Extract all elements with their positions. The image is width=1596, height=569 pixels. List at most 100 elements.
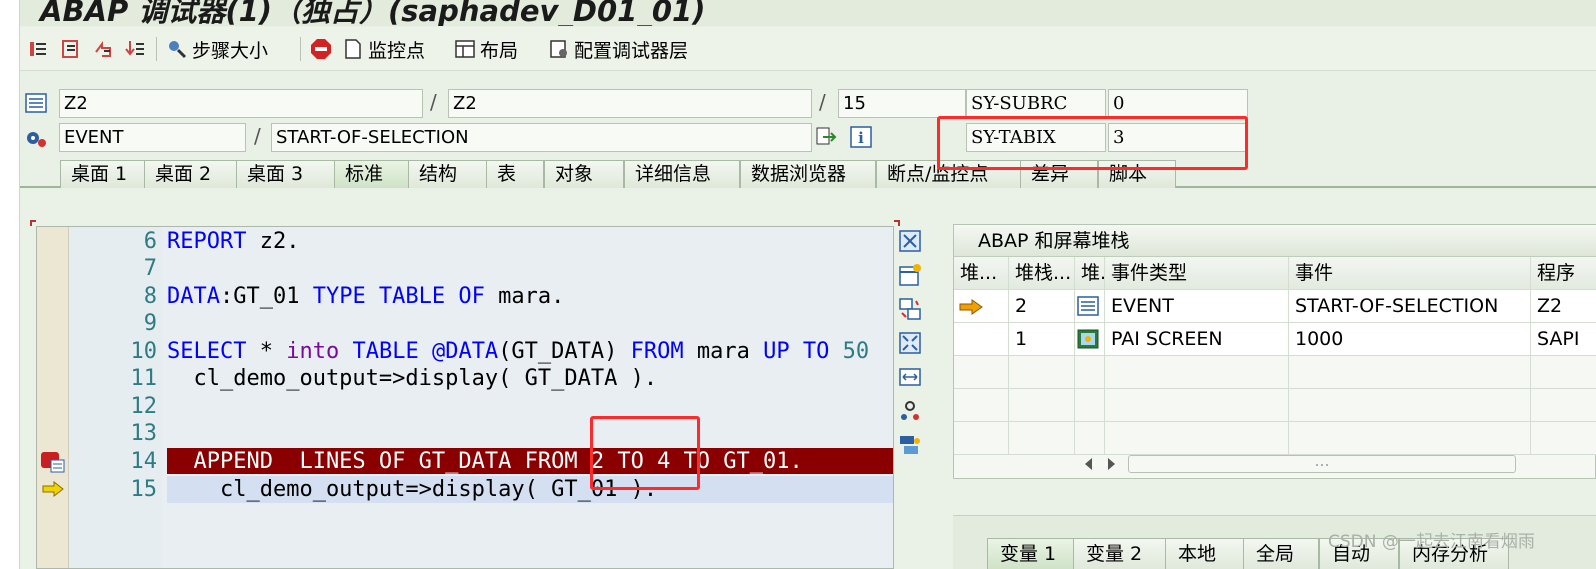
scroll-thumb[interactable] [1128, 455, 1516, 473]
layout-button[interactable]: 布局 [454, 36, 518, 62]
tab-structure[interactable]: 结构 [408, 160, 488, 188]
screen-icon [1077, 329, 1099, 349]
layout-label: 布局 [480, 39, 519, 62]
new-tool-icon[interactable] [898, 263, 922, 287]
line-number: 13 [130, 421, 158, 446]
left-edge [0, 0, 20, 569]
config-layer-button[interactable]: 配置调试器层 [548, 36, 688, 62]
source-code-editor[interactable]: 6 7 8 9 10 11 12 13 14 15 REPORT z2. DAT… [36, 226, 894, 569]
stack-panel-title: ABAP 和屏幕堆栈 [954, 225, 1596, 257]
code-background [162, 227, 893, 568]
column-header[interactable]: 堆... [954, 257, 1009, 290]
empty-cell [1075, 356, 1105, 389]
empty-cell [1531, 389, 1596, 422]
column-header[interactable]: 堆. [1075, 257, 1105, 290]
breakpoint-icon[interactable] [40, 450, 66, 474]
empty-cell [954, 389, 1009, 422]
column-header[interactable]: 事件 [1289, 257, 1531, 290]
swap-tool-icon[interactable] [898, 297, 922, 321]
line-number: 9 [143, 311, 157, 336]
empty-cell [1289, 389, 1531, 422]
breakpoint-gutter[interactable] [37, 227, 69, 568]
program-icon [1077, 296, 1099, 316]
info-icon[interactable]: i [850, 126, 872, 148]
resize-tool-icon[interactable] [898, 365, 922, 389]
table-cell[interactable]: EVENT [1105, 290, 1289, 323]
step-into-button[interactable] [28, 36, 50, 62]
table-cell[interactable] [1075, 323, 1105, 356]
maximize-tool-icon[interactable] [898, 331, 922, 355]
code-line: DATA:GT_01 TYPE TABLE OF mara. [167, 284, 565, 309]
config-layer-label: 配置调试器层 [574, 39, 689, 62]
program-field[interactable]: Z2 [59, 89, 423, 118]
separator-slash: / [254, 124, 261, 148]
sysvar-value-field[interactable]: 0 [1108, 89, 1248, 118]
step-size-button[interactable]: 步骤大小 [166, 36, 268, 62]
scroll-right-icon[interactable] [1102, 455, 1120, 473]
stop-button[interactable] [310, 36, 332, 62]
table-cell[interactable] [954, 290, 1009, 323]
line-number: 7 [143, 256, 157, 281]
empty-cell [1289, 422, 1531, 455]
tab-local[interactable]: 本地 [1165, 538, 1245, 569]
empty-cell [1075, 422, 1105, 455]
tab-data-browser[interactable]: 数据浏览器 [740, 160, 876, 188]
include-field[interactable]: Z2 [448, 89, 812, 118]
table-cell[interactable]: 2 [1009, 290, 1075, 323]
empty-cell [1531, 356, 1596, 389]
step-over-button[interactable] [60, 36, 82, 62]
code-line: REPORT z2. [167, 229, 300, 254]
current-frame-arrow-icon [959, 299, 983, 315]
step-size-label: 步骤大小 [192, 39, 269, 62]
line-number: 8 [143, 284, 157, 309]
settings-tool-icon[interactable] [898, 433, 922, 457]
tab-desktop-3[interactable]: 桌面 3 [236, 160, 336, 188]
scroll-left-icon[interactable] [1080, 455, 1098, 473]
table-cell[interactable]: 1 [1009, 323, 1075, 356]
step-size-icon [169, 41, 187, 59]
empty-cell [954, 422, 1009, 455]
tab-variables-1[interactable]: 变量 1 [987, 538, 1075, 569]
service-tool-icon[interactable] [898, 399, 922, 423]
tab-object[interactable]: 对象 [544, 160, 624, 188]
tab-desktop-2[interactable]: 桌面 2 [144, 160, 244, 188]
watchpoint-button[interactable]: 监控点 [342, 36, 425, 62]
table-cell[interactable]: 1000 [1289, 323, 1531, 356]
event-type-field[interactable]: EVENT [59, 123, 246, 152]
table-cell[interactable] [954, 323, 1009, 356]
table-cell[interactable] [1075, 290, 1105, 323]
event-field[interactable]: START-OF-SELECTION [271, 123, 812, 152]
table-cell[interactable]: SAPI [1531, 323, 1596, 356]
document-icon [345, 39, 361, 59]
empty-cell [1009, 422, 1075, 455]
column-header[interactable]: 事件类型 [1105, 257, 1289, 290]
toolbar-separator [156, 37, 157, 61]
tab-details[interactable]: 详细信息 [624, 160, 740, 188]
window-titlebar: ABAP 调试器(1)（独占）(saphadev_D01_01) [20, 0, 1596, 26]
line-number: 11 [130, 366, 158, 391]
sysvar-name-field[interactable]: SY-SUBRC [966, 89, 1106, 118]
grip-icon [1316, 464, 1328, 466]
continue-button[interactable] [124, 36, 146, 62]
close-tool-icon[interactable] [898, 229, 922, 253]
return-button[interactable] [92, 36, 114, 62]
column-header[interactable]: 程序 [1531, 257, 1596, 290]
empty-cell [1009, 389, 1075, 422]
navigate-icon[interactable] [815, 126, 837, 148]
tab-variables-2[interactable]: 变量 2 [1073, 538, 1167, 569]
stack-horizontal-scrollbar[interactable] [1080, 453, 1520, 475]
separator-slash: / [819, 90, 826, 114]
empty-cell [1105, 389, 1289, 422]
tab-table[interactable]: 表 [486, 160, 544, 188]
separator-slash: / [430, 90, 437, 114]
column-header[interactable]: 堆栈... [1009, 257, 1075, 290]
code-line: cl_demo_output=>display( GT_DATA ). [167, 366, 658, 391]
table-cell[interactable]: PAI SCREEN [1105, 323, 1289, 356]
tab-standard[interactable]: 标准 [334, 160, 410, 188]
continue-icon [125, 41, 144, 56]
table-cell[interactable]: START-OF-SELECTION [1289, 290, 1531, 323]
table-cell[interactable]: Z2 [1531, 290, 1596, 323]
event-gears-icon [27, 132, 46, 147]
line-field[interactable]: 15 [838, 89, 966, 118]
tab-global[interactable]: 全局 [1243, 538, 1319, 569]
